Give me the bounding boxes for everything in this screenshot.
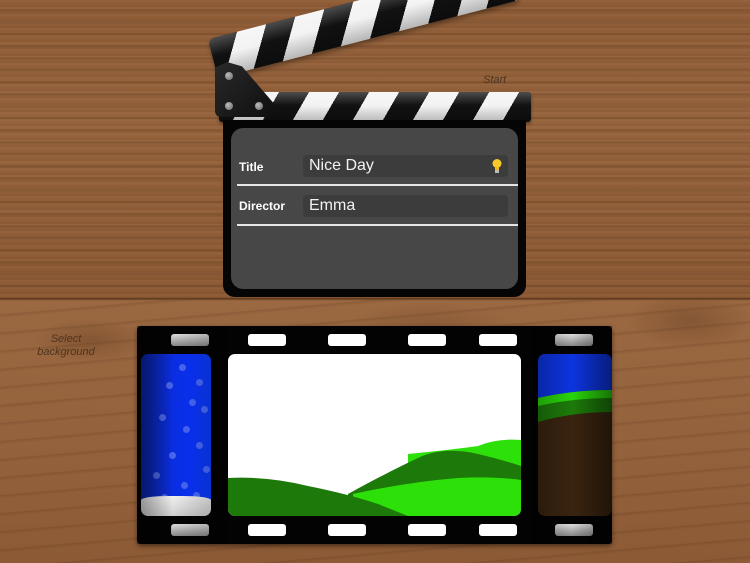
- wood-seam: [0, 298, 750, 301]
- rivet-icon: [225, 72, 233, 80]
- slate-form: Title Nice Day Director Emma: [231, 128, 518, 289]
- right-fade: [532, 326, 612, 544]
- sprocket-hole: [408, 524, 446, 536]
- lightbulb-icon[interactable]: [492, 158, 502, 174]
- director-value: Emma: [309, 197, 356, 214]
- sprocket-hole: [328, 524, 366, 536]
- sprocket-hole: [479, 524, 517, 536]
- title-field[interactable]: Nice Day: [303, 155, 508, 177]
- title-divider: [237, 184, 518, 186]
- sprocket-hole: [248, 524, 286, 536]
- background-film-strip[interactable]: [137, 326, 612, 544]
- title-label: Title: [239, 160, 264, 174]
- start-hint: Start: [483, 74, 507, 86]
- sprocket-hole: [479, 334, 517, 346]
- sprocket-hole: [408, 334, 446, 346]
- director-field[interactable]: Emma: [303, 195, 508, 217]
- sprocket-hole: [328, 334, 366, 346]
- select-background-hint: Select background: [37, 333, 95, 358]
- director-label: Director: [239, 199, 286, 213]
- left-fade: [137, 326, 227, 544]
- title-value: Nice Day: [309, 157, 374, 174]
- slate-board: Title Nice Day Director Emma: [223, 120, 526, 297]
- sprocket-hole: [248, 334, 286, 346]
- background-option-hills-selected[interactable]: [228, 354, 521, 516]
- director-divider: [237, 224, 518, 226]
- rivet-icon: [225, 102, 233, 110]
- hills-illustration: [228, 439, 521, 516]
- rivet-icon: [255, 102, 263, 110]
